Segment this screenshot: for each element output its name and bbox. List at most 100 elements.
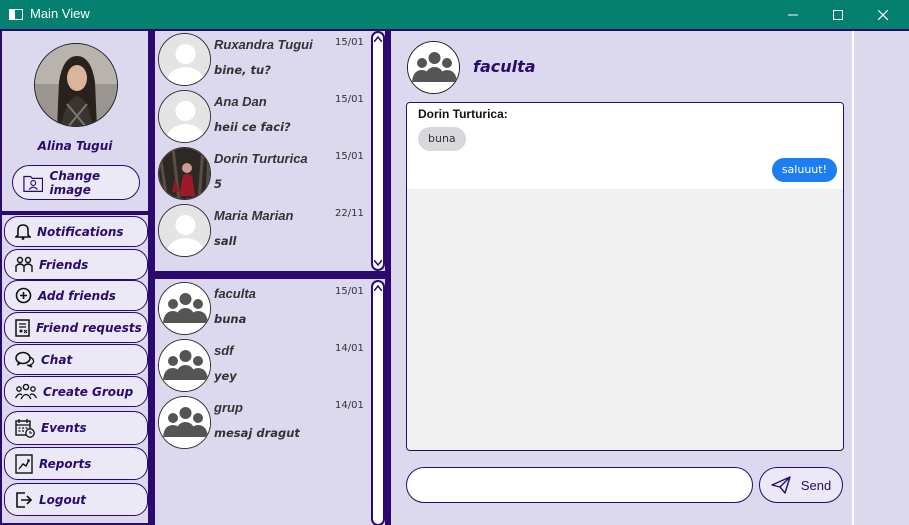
report-chart-icon [15, 453, 33, 474]
message-input[interactable] [406, 467, 753, 503]
profile-avatar[interactable] [34, 43, 118, 127]
list-divider [155, 271, 387, 279]
maximize-icon [833, 9, 843, 20]
send-button[interactable]: Send [759, 467, 843, 503]
menu-chat[interactable]: Chat [4, 344, 148, 375]
window-title: Main View [30, 6, 90, 21]
left-divider [2, 211, 148, 215]
scroll-up-icon[interactable] [373, 283, 383, 293]
chat-date: 15/01 [335, 94, 364, 105]
folder-user-icon [23, 175, 44, 192]
menu-reports[interactable]: Reports [4, 447, 148, 480]
chat-last-message: 5 [214, 177, 223, 191]
chat-last-message: sall [214, 234, 237, 248]
group-date: 15/01 [335, 286, 364, 297]
chat-list-item[interactable]: Maria Marian 22/11 sall [155, 203, 371, 260]
menu-label: Chat [41, 352, 73, 367]
menu-friends[interactable]: Friends [4, 249, 148, 280]
chat-date: 15/01 [335, 151, 364, 162]
incoming-message: buna [418, 127, 466, 151]
menu-friend-requests[interactable]: Friend requests [4, 312, 148, 343]
menu-label: Notifications [37, 224, 124, 239]
send-icon [771, 476, 791, 494]
message-sender: Dorin Turturica: [418, 107, 508, 121]
profile-name: Alina Tugui [37, 139, 113, 153]
bell-icon [15, 224, 31, 240]
group-date: 14/01 [335, 343, 364, 354]
minimize-icon [788, 14, 798, 15]
menu-label: Events [41, 421, 87, 435]
group-list-scrollbar[interactable] [371, 280, 385, 525]
chat-list-scrollbar[interactable] [371, 31, 385, 271]
outgoing-message: saluuut! [771, 158, 837, 182]
group-list-item[interactable]: faculta 15/01 buna [155, 281, 371, 338]
request-document-icon [15, 318, 30, 337]
window-background [854, 31, 909, 525]
chat-date: 22/11 [335, 208, 364, 219]
chat-name: Ana Dan [214, 94, 267, 109]
menu-label: Reports [39, 456, 92, 471]
menu-create-group[interactable]: Create Group [4, 376, 148, 407]
group-avatar-icon [407, 41, 460, 94]
menu-logout[interactable]: Logout [4, 483, 148, 516]
menu-label: Logout [39, 492, 87, 507]
group-date: 14/01 [335, 400, 364, 411]
menu-label: Create Group [43, 384, 134, 399]
change-image-label: Change image [49, 168, 101, 197]
chat-bubbles-icon [15, 351, 35, 368]
default-user-icon [158, 90, 211, 143]
message-area: Dorin Turturica: buna saluuut! [407, 103, 843, 189]
chat-list-item[interactable]: Dorin Turturica 15/01 5 [155, 146, 371, 203]
close-icon [878, 9, 888, 20]
group-list-item[interactable]: grup 14/01 mesaj dragut [155, 395, 371, 452]
menu-label: Add friends [38, 288, 116, 303]
title-bar: Main View [0, 0, 909, 29]
group-avatar-icon [158, 396, 211, 449]
group-avatar-icon [158, 339, 211, 392]
scroll-down-icon[interactable] [373, 258, 383, 268]
menu-add-friends[interactable]: Add friends [4, 280, 148, 311]
friends-icon [15, 256, 33, 272]
default-user-icon [158, 33, 211, 86]
menu-notifications[interactable]: Notifications [4, 216, 148, 247]
left-panel: Alina Tugui Change image Notifications F… [2, 31, 148, 523]
profile-photo-icon [35, 44, 117, 126]
conversation-title: faculta [473, 57, 536, 76]
menu-events[interactable]: Events [4, 411, 148, 445]
user-photo-icon [158, 147, 211, 200]
chat-list-item[interactable]: Ana Dan 15/01 heii ce faci? [155, 89, 371, 146]
message-list: Dorin Turturica: buna saluuut! [406, 102, 844, 451]
chat-name: Ruxandra Tugui [214, 37, 313, 52]
group-list-item[interactable]: sdf 14/01 yey [155, 338, 371, 395]
chat-list-item[interactable]: Ruxandra Tugui 15/01 bine, tu? [155, 32, 371, 89]
conversation-panel: faculta Dorin Turturica: buna saluuut! S… [391, 31, 852, 525]
close-button[interactable] [860, 0, 906, 29]
add-circle-icon [15, 287, 32, 304]
group-last-message: yey [214, 369, 237, 383]
chat-date: 15/01 [335, 37, 364, 48]
group-avatar-icon [158, 282, 211, 335]
menu-label: Friend requests [36, 320, 142, 335]
maximize-button[interactable] [815, 0, 861, 29]
send-label: Send [800, 477, 832, 493]
group-name: faculta [214, 286, 256, 301]
change-image-button[interactable]: Change image [12, 165, 140, 200]
group-name: grup [214, 400, 243, 415]
group-name: sdf [214, 343, 234, 358]
logout-icon [16, 491, 33, 508]
chat-last-message: bine, tu? [214, 63, 271, 77]
group-icon [15, 383, 37, 400]
group-last-message: buna [214, 312, 247, 326]
calendar-icon [15, 419, 35, 438]
app-icon [9, 9, 23, 20]
chat-name: Maria Marian [214, 208, 294, 223]
chat-name: Dorin Turturica [214, 151, 308, 166]
group-last-message: mesaj dragut [214, 426, 300, 440]
chat-list: Ruxandra Tugui 15/01 bine, tu? Ana Dan 1… [155, 31, 385, 271]
minimize-button[interactable] [770, 0, 816, 29]
group-list: faculta 15/01 buna sdf 14/01 yey grup 14… [155, 279, 385, 525]
scroll-up-icon[interactable] [373, 34, 383, 44]
chat-last-message: heii ce faci? [214, 120, 291, 134]
menu-label: Friends [39, 257, 89, 272]
default-user-icon [158, 204, 211, 257]
